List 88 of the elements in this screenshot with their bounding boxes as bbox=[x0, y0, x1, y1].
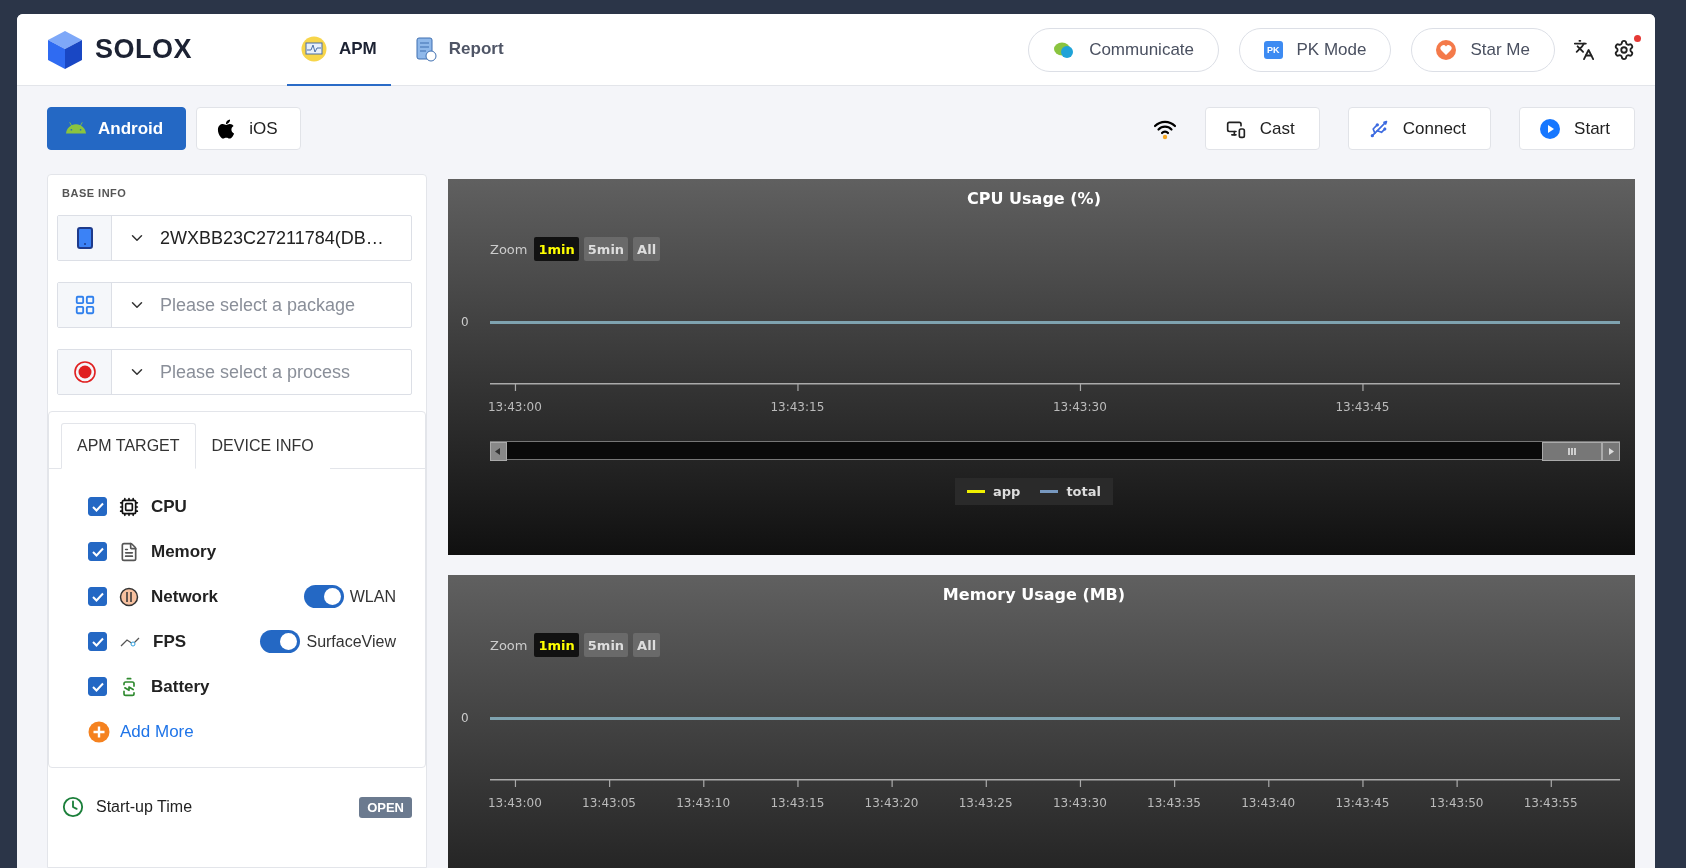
checkbox[interactable] bbox=[88, 677, 107, 696]
checkbox[interactable] bbox=[88, 587, 107, 606]
nav-tab[interactable]: Report bbox=[400, 14, 518, 86]
legend-label[interactable]: app bbox=[993, 484, 1021, 499]
settings-icon[interactable] bbox=[1613, 38, 1635, 61]
navigator-scrollbar[interactable] bbox=[490, 441, 1620, 460]
x-tick-label: 13:43:05 bbox=[582, 796, 636, 810]
section-title: BASE INFO bbox=[62, 187, 128, 199]
zoom-label: Zoom bbox=[490, 637, 528, 653]
checkmark-icon bbox=[91, 636, 104, 647]
scroll-left-button[interactable] bbox=[490, 442, 507, 461]
chip-icon bbox=[119, 496, 139, 517]
select-placeholder: Please select a process bbox=[160, 361, 351, 383]
x-tick-label: 13:43:50 bbox=[1429, 796, 1484, 810]
target-label: Battery bbox=[151, 676, 210, 697]
x-tick-label: 13:43:10 bbox=[676, 796, 731, 810]
cube-icon bbox=[47, 29, 83, 70]
zoom-button[interactable]: 5min bbox=[583, 237, 629, 261]
report-icon bbox=[414, 35, 437, 62]
usb-icon bbox=[1368, 118, 1389, 139]
zoom-button[interactable]: All bbox=[633, 633, 661, 657]
toggle-label: SurfaceView bbox=[306, 632, 396, 651]
monitor-chart-icon bbox=[301, 35, 327, 62]
target-label: FPS bbox=[153, 631, 187, 652]
panel-tab[interactable]: APM TARGET bbox=[61, 423, 196, 469]
toggle-switch[interactable] bbox=[303, 585, 344, 608]
chart-title: CPU Usage (%) bbox=[967, 189, 1101, 208]
document-icon bbox=[119, 541, 139, 562]
grid-icon bbox=[73, 294, 96, 316]
x-tick-label: 13:43:00 bbox=[487, 796, 542, 810]
zoom-button[interactable]: 1min bbox=[534, 633, 579, 657]
open-badge[interactable]: OPEN bbox=[359, 796, 412, 818]
checkbox[interactable] bbox=[88, 497, 107, 516]
checkmark-icon bbox=[91, 681, 104, 692]
chat-bubbles-icon bbox=[1053, 40, 1076, 59]
header-button[interactable]: Communicate bbox=[1028, 27, 1219, 72]
x-tick-label: 13:43:45 bbox=[1335, 796, 1390, 810]
checkmark-icon bbox=[91, 591, 104, 602]
x-tick-label: 13:43:00 bbox=[487, 400, 542, 414]
zoom-button[interactable]: 5min bbox=[583, 633, 629, 657]
clock-icon bbox=[62, 796, 84, 818]
x-tick-label: 13:43:35 bbox=[1147, 796, 1201, 810]
header-button[interactable]: Star Me bbox=[1411, 27, 1555, 72]
x-tick-label: 13:43:20 bbox=[864, 796, 919, 810]
record-icon bbox=[73, 361, 96, 383]
header-button[interactable]: PK PK Mode bbox=[1239, 27, 1392, 72]
logo-text: SOLOX bbox=[95, 34, 192, 65]
scroll-right-button[interactable] bbox=[1602, 442, 1620, 461]
play-icon bbox=[1540, 118, 1561, 139]
x-tick-label: 13:43:40 bbox=[1241, 796, 1296, 810]
select-field[interactable]: 2WXBB23C27211784(DB… bbox=[57, 215, 412, 261]
scroll-handle[interactable] bbox=[1542, 442, 1602, 461]
zoom-button[interactable]: 1min bbox=[534, 237, 579, 261]
pk-icon: PK bbox=[1264, 40, 1283, 59]
plus-circle-icon[interactable] bbox=[88, 720, 110, 743]
select-placeholder: Please select a package bbox=[160, 294, 356, 316]
chart-title: Memory Usage (MB) bbox=[942, 585, 1126, 604]
platform-button[interactable]: Android bbox=[47, 107, 187, 150]
checkmark-icon bbox=[91, 501, 104, 512]
toolbar-button[interactable]: Cast bbox=[1204, 107, 1320, 150]
x-tick-label: 13:43:25 bbox=[958, 796, 1013, 810]
checkbox[interactable] bbox=[88, 542, 107, 561]
zoom-button[interactable]: All bbox=[633, 237, 661, 261]
target-label: Network bbox=[151, 586, 219, 607]
toggle-label: WLAN bbox=[349, 587, 396, 606]
checkmark-icon bbox=[91, 546, 104, 557]
checkbox[interactable] bbox=[88, 632, 107, 651]
platform-button[interactable]: iOS bbox=[196, 107, 301, 150]
y-tick-label: 0 bbox=[461, 711, 469, 725]
x-tick-label: 13:43:55 bbox=[1523, 796, 1578, 810]
toolbar-button[interactable]: Connect bbox=[1347, 107, 1492, 150]
x-tick-label: 13:43:45 bbox=[1335, 400, 1390, 414]
y-tick-label: 0 bbox=[461, 315, 469, 329]
x-tick-label: 13:43:15 bbox=[770, 400, 825, 414]
add-more-link[interactable]: Add More bbox=[120, 721, 194, 742]
target-label: CPU bbox=[151, 496, 187, 517]
select-value: 2WXBB23C27211784(DB… bbox=[160, 227, 384, 249]
toolbar-button[interactable]: Start bbox=[1519, 107, 1635, 150]
toggle-switch[interactable] bbox=[260, 630, 301, 653]
startup-label: Start-up Time bbox=[96, 798, 194, 816]
legend-label[interactable]: total bbox=[1066, 484, 1101, 499]
target-label: Memory bbox=[151, 541, 217, 562]
translate-icon[interactable] bbox=[1573, 38, 1595, 61]
x-tick-label: 13:43:15 bbox=[770, 796, 825, 810]
nav-tab[interactable]: APM bbox=[287, 14, 391, 86]
zoom-label: Zoom bbox=[490, 241, 528, 257]
x-tick-label: 13:43:30 bbox=[1052, 400, 1107, 414]
x-tick-label: 13:43:30 bbox=[1052, 796, 1107, 810]
